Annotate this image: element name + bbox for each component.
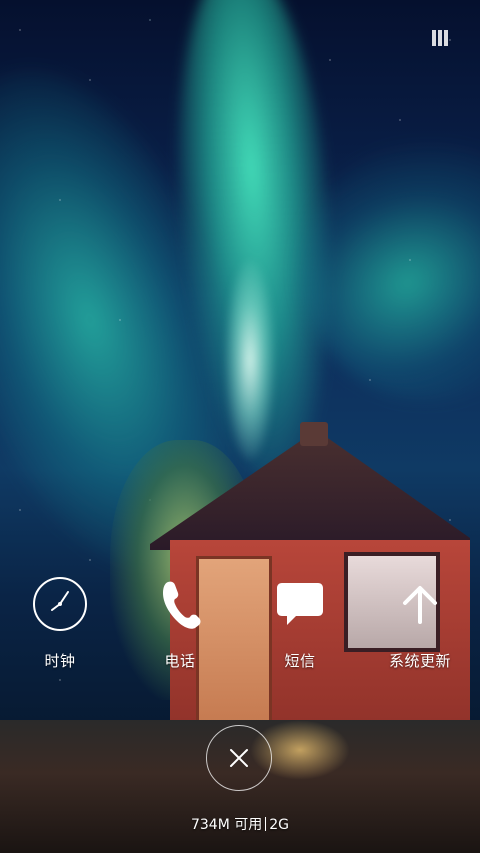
network-type: 2G <box>269 817 290 833</box>
recent-apps-screen: 时钟 电话 短信 系统更新 734M 可用 2G <box>0 0 480 853</box>
shortcut-label: 短信 <box>284 652 316 670</box>
shortcut-label: 电话 <box>164 652 196 670</box>
shortcut-message[interactable]: 短信 <box>252 576 348 676</box>
shortcut-phone[interactable]: 电话 <box>132 576 228 676</box>
close-icon <box>230 749 248 767</box>
clock-icon <box>32 576 88 632</box>
arrow-up-icon <box>392 576 448 632</box>
memory-info: 734M 可用 2G <box>0 814 480 834</box>
battery-icon <box>432 30 452 46</box>
message-icon <box>272 576 328 632</box>
memory-available: 734M 可用 <box>190 817 263 833</box>
shortcut-clock[interactable]: 时钟 <box>12 576 108 676</box>
separator <box>265 817 267 831</box>
shortcut-label: 系统更新 <box>388 652 451 670</box>
cabin-chimney <box>300 422 328 446</box>
clear-all-button[interactable] <box>206 725 272 791</box>
phone-icon <box>152 576 208 632</box>
shortcut-system-update[interactable]: 系统更新 <box>372 576 468 676</box>
shortcut-label: 时钟 <box>44 652 76 670</box>
